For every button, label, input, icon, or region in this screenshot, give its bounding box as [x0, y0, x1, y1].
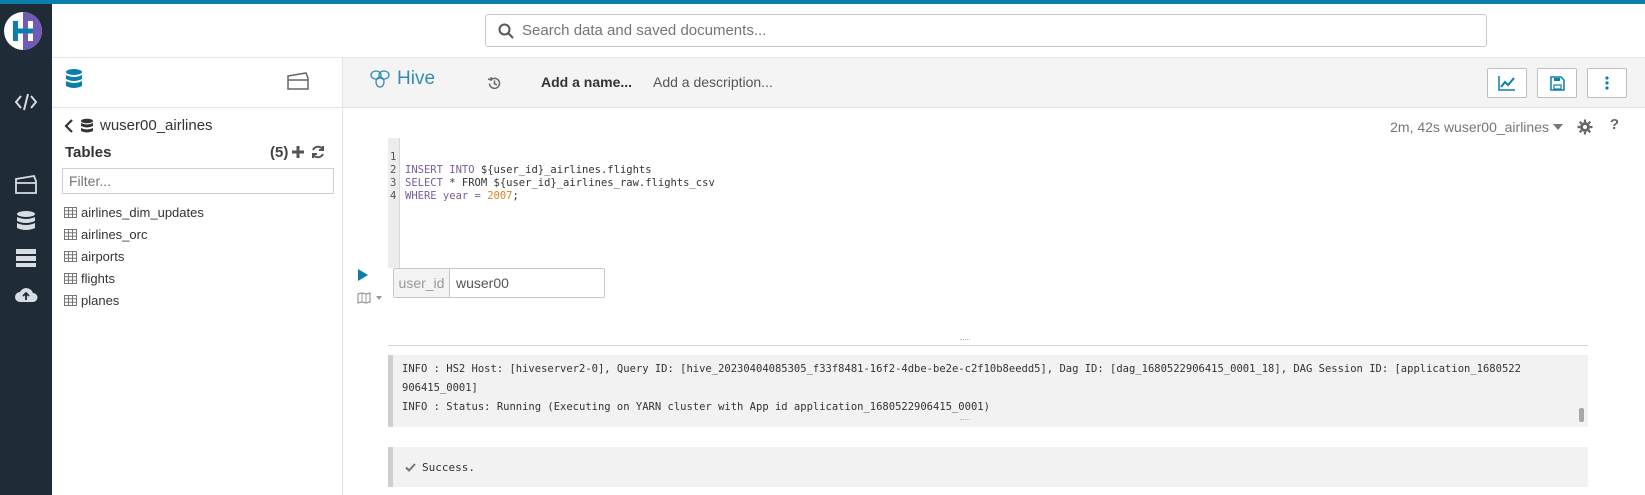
storage-servers-icon[interactable] — [12, 244, 40, 272]
log-line: 906415_0001] — [402, 382, 478, 394]
code-text: year = — [436, 190, 488, 202]
parameter-value-input[interactable] — [450, 269, 600, 297]
log-divider — [388, 345, 1588, 346]
database-icon — [80, 118, 94, 134]
query-description-field[interactable]: Add a description... — [653, 74, 773, 90]
hive-bee-icon — [369, 69, 391, 89]
code-text: ${user_id}_airlines.flights — [474, 164, 652, 176]
caret-down-icon[interactable] — [1553, 124, 1563, 130]
play-icon — [358, 269, 368, 281]
log-line: INFO : Status: Running (Executing on YAR… — [402, 401, 990, 413]
settings-gear-icon[interactable] — [1577, 119, 1593, 135]
code-text: ; — [512, 190, 519, 202]
editor-toolbar: Hive Add a name... Add a description... — [343, 58, 1645, 108]
success-text: Success. — [422, 460, 475, 474]
table-filter-input[interactable] — [62, 168, 334, 194]
add-table-icon[interactable] — [291, 145, 305, 159]
table-row[interactable]: airports — [64, 245, 204, 267]
table-icon — [64, 228, 77, 240]
table-icon — [64, 272, 77, 284]
tables-heading: Tables — [65, 144, 112, 161]
table-icon — [64, 250, 77, 262]
hue-logo-icon[interactable] — [2, 10, 44, 52]
table-icon — [64, 294, 77, 306]
execute-query-button[interactable] — [358, 269, 368, 281]
history-icon[interactable] — [487, 76, 502, 91]
more-options-button[interactable] — [1587, 68, 1627, 98]
table-row[interactable]: airlines_dim_updates — [64, 201, 204, 223]
documents-icon[interactable] — [12, 170, 40, 198]
query-log: INFO : HS2 Host: [hiveserver2-0], Query … — [388, 355, 1588, 427]
global-search-box[interactable] — [485, 14, 1487, 47]
global-search-input[interactable] — [522, 22, 1472, 39]
save-button[interactable] — [1537, 68, 1577, 98]
left-nav-rail — [0, 4, 52, 495]
parameter-label: user_id — [394, 269, 450, 297]
elapsed-time: 2m, 42s — [1390, 119, 1440, 135]
query-name-field[interactable]: Add a name... — [541, 74, 632, 90]
table-row[interactable]: planes — [64, 289, 204, 311]
code-text: * FROM ${user_id}_airlines_raw.flights_c… — [442, 177, 715, 189]
database-name: wuser00_airlines — [100, 117, 213, 134]
code-line: 1 INSERT INTO ${user_id}_airlines.flight… — [388, 138, 652, 176]
result-message: Success. — [388, 447, 1588, 487]
code-number: 2007 — [487, 190, 513, 202]
assist-panel-header — [52, 58, 342, 108]
database-tab-icon[interactable] — [64, 68, 84, 90]
refresh-icon[interactable] — [311, 145, 325, 159]
code-editor-icon[interactable] — [12, 88, 40, 116]
table-name: flights — [81, 270, 115, 286]
table-row[interactable]: flights — [64, 267, 204, 289]
editor-main: Hive Add a name... Add a description... … — [343, 58, 1645, 495]
table-name: airlines_dim_updates — [81, 204, 204, 220]
chevron-left-icon[interactable] — [64, 118, 74, 133]
snippet-map-icon[interactable] — [357, 292, 387, 304]
active-database-selector[interactable]: wuser00_airlines — [1444, 119, 1549, 135]
tables-count: (5) — [270, 144, 289, 161]
log-scrollbar[interactable] — [1579, 408, 1584, 422]
chart-button[interactable] — [1487, 68, 1527, 98]
top-header — [52, 4, 1645, 58]
help-icon[interactable]: ? — [1610, 116, 1619, 133]
table-name: planes — [81, 292, 120, 308]
table-icon — [64, 206, 77, 218]
editor-type-selector[interactable]: Hive — [369, 68, 435, 90]
resize-handle[interactable] — [960, 339, 970, 341]
code-line: 4 — [388, 177, 426, 202]
cloud-upload-icon[interactable] — [12, 281, 40, 309]
tables-database-icon[interactable] — [12, 207, 40, 235]
code-line: 3 WHERE year = 2007; — [388, 164, 519, 202]
log-line: INFO : HS2 Host: [hiveserver2-0], Query … — [402, 363, 1521, 375]
search-icon — [498, 23, 514, 39]
table-row[interactable]: airlines_orc — [64, 223, 204, 245]
save-icon — [1549, 75, 1565, 91]
execution-status: 2m, 42s wuser00_airlines — [1390, 119, 1563, 135]
resize-handle[interactable] — [960, 419, 970, 421]
line-chart-icon — [1498, 75, 1516, 91]
table-name: airports — [81, 248, 125, 264]
table-list: airlines_dim_updates airlines_orc airpor… — [64, 201, 204, 311]
checkmark-icon — [405, 462, 416, 472]
table-name: airlines_orc — [81, 226, 148, 242]
vertical-ellipsis-icon — [1605, 76, 1609, 90]
code-line: 2 SELECT * FROM ${user_id}_airlines_raw.… — [388, 151, 715, 189]
left-assist-panel: wuser00_airlines Tables (5) airlines_dim… — [52, 58, 343, 495]
database-breadcrumb[interactable]: wuser00_airlines — [64, 117, 213, 134]
sql-editor[interactable]: 1 INSERT INTO ${user_id}_airlines.flight… — [388, 138, 1588, 268]
documents-tab-icon[interactable] — [286, 70, 310, 90]
editor-type-label: Hive — [397, 68, 436, 89]
parameter-user-id: user_id — [393, 268, 605, 298]
line-number: 4 — [390, 190, 397, 202]
